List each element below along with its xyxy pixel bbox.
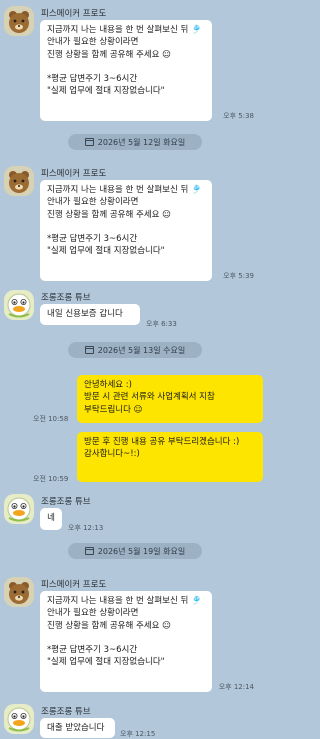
message-bubble[interactable]: 지금까지 나는 내용을 한 번 살펴보신 뒤 🎐 안내가 필요한 상황이라면 진… [40, 20, 212, 121]
brown-bear-icon[interactable] [4, 577, 34, 607]
avatar-image [9, 11, 29, 33]
brown-bear-icon[interactable] [4, 6, 34, 36]
message-time: 오후 12:13 [68, 524, 104, 532]
message-time: 오후 5:38 [223, 112, 254, 120]
sender-name: 피스메이커 프로도 [41, 169, 107, 179]
calendar-icon [84, 346, 94, 354]
message-time: 오전 10:59 [33, 475, 69, 483]
message-bubble[interactable]: 네 [40, 508, 62, 530]
avatar-image [7, 497, 31, 522]
sender-name: 조롱조롱 튜브 [41, 293, 91, 303]
avatar-image [7, 293, 31, 318]
date-divider: 2026년 5월 12일 화요일 [68, 134, 202, 150]
date-divider: 2026년 5월 19일 화요일 [68, 543, 202, 559]
duck-icon[interactable] [4, 704, 34, 734]
message-bubble[interactable]: 대출 받았습니다 [40, 718, 115, 738]
avatar-image [9, 171, 29, 193]
duck-icon[interactable] [4, 494, 34, 524]
avatar-image [9, 582, 29, 604]
date-divider: 2026년 5월 13일 수요일 [68, 342, 202, 358]
duck-icon[interactable] [4, 290, 34, 320]
message-bubble[interactable]: 내일 신용보증 갑니다 [40, 304, 140, 325]
message-time: 오후 12:14 [218, 683, 254, 691]
chat-area[interactable]: 피스메이커 프로도 지금까지 나는 내용을 한 번 살펴보신 뒤 🎐 안내가 필… [0, 0, 268, 739]
calendar-icon [84, 547, 94, 555]
message-time: 오전 10:58 [33, 415, 69, 423]
avatar-image [7, 707, 31, 732]
message-bubble[interactable]: 지금까지 나는 내용을 한 번 살펴보신 뒤 🎐 안내가 필요한 상황이라면 진… [40, 180, 212, 281]
date-divider-text: 2026년 5월 19일 화요일 [97, 546, 186, 556]
date-divider-text: 2026년 5월 12일 화요일 [97, 137, 186, 147]
message-time: 오후 6:33 [146, 320, 177, 328]
calendar-icon [84, 138, 94, 146]
sender-name: 피스메이커 프로도 [41, 580, 107, 590]
message-bubble[interactable]: 안녕하세요 :) 방문 시 관련 서류와 사업계획서 지참 부탁드립니다 ☺ [77, 375, 263, 423]
sender-name: 조롱조롱 튜브 [41, 707, 91, 717]
message-time: 오후 5:39 [223, 272, 254, 280]
sender-name: 피스메이커 프로도 [41, 9, 107, 19]
message-bubble[interactable]: 지금까지 나는 내용을 한 번 살펴보신 뒤 🎐 안내가 필요한 상황이라면 진… [40, 591, 212, 692]
message-time: 오후 12:15 [120, 730, 156, 738]
brown-bear-icon[interactable] [4, 166, 34, 196]
date-divider-text: 2026년 5월 13일 수요일 [97, 345, 186, 355]
message-bubble[interactable]: 방문 후 진행 내용 공유 부탁드리겠습니다 :) 감사합니다~!:) [77, 432, 263, 482]
sender-name: 조롱조롱 튜브 [41, 497, 91, 507]
